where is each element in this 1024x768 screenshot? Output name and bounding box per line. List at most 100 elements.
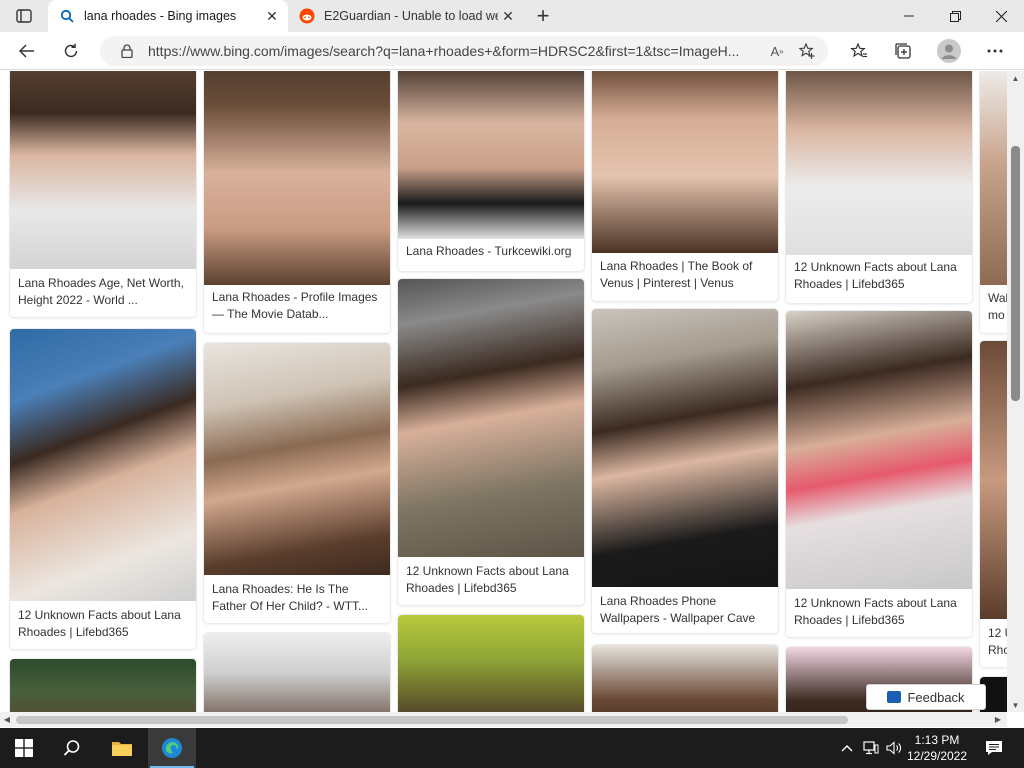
horizontal-scrollbar[interactable]: ◀ ▶ [0, 712, 1007, 727]
start-button[interactable] [0, 728, 48, 768]
search-icon [63, 740, 80, 756]
favorites-button[interactable] [844, 36, 874, 66]
image-result-card[interactable]: 12 U Rho [980, 341, 1007, 667]
result-thumbnail[interactable] [204, 71, 390, 285]
back-button[interactable] [12, 36, 42, 66]
horizontal-scrollbar-thumb[interactable] [16, 716, 848, 724]
scroll-right-arrow-icon[interactable]: ▶ [991, 712, 1005, 727]
refresh-button[interactable] [56, 36, 86, 66]
tab-actions-button[interactable] [8, 4, 40, 28]
tab-strip: lana rhoades - Bing images ✕ E2Guardian … [0, 0, 1024, 32]
collections-button[interactable] [888, 36, 918, 66]
collections-icon [895, 43, 911, 59]
search-icon [58, 7, 76, 25]
file-explorer-button[interactable] [98, 728, 146, 768]
image-result-card[interactable]: 12 Unknown Facts about Lana Rhoades | Li… [398, 279, 584, 605]
image-result-card[interactable]: Lana Rhoades | The Book of Venus | Pinte… [592, 71, 778, 301]
result-thumbnail[interactable] [204, 343, 390, 575]
tab-actions-icon [16, 9, 32, 23]
image-result-card[interactable] [592, 645, 778, 712]
feedback-button[interactable]: Feedback [866, 684, 986, 710]
scroll-up-arrow-icon[interactable]: ▲ [1007, 71, 1024, 85]
image-result-card[interactable]: Wal mo [980, 71, 1007, 333]
vertical-scrollbar[interactable]: ▲ ▼ [1007, 71, 1024, 712]
back-arrow-icon [19, 44, 34, 58]
close-tab-icon[interactable]: ✕ [262, 6, 282, 26]
vertical-scrollbar-thumb[interactable] [1011, 146, 1020, 401]
edge-taskbar-button[interactable] [148, 728, 196, 768]
result-caption[interactable]: Lana Rhoades Phone Wallpapers - Wallpape… [600, 593, 770, 627]
result-thumbnail[interactable] [204, 633, 390, 712]
result-caption[interactable]: 12 U Rho [988, 625, 1007, 659]
close-tab-icon[interactable]: ✕ [498, 6, 518, 26]
notification-icon [986, 741, 1002, 755]
result-caption[interactable]: 12 Unknown Facts about Lana Rhoades | Li… [794, 595, 964, 629]
image-result-card[interactable]: Lana Rhoades Age, Net Worth, Height 2022… [10, 71, 196, 317]
result-caption[interactable]: Lana Rhoades: He Is The Father Of Her Ch… [212, 581, 382, 615]
result-caption[interactable]: 12 Unknown Facts about Lana Rhoades | Li… [794, 259, 964, 293]
profile-button[interactable] [934, 36, 964, 66]
result-thumbnail[interactable] [980, 71, 1007, 285]
image-result-card[interactable]: Lana Rhoades - Turkcewiki.org [398, 71, 584, 271]
network-icon [863, 741, 879, 755]
result-thumbnail[interactable] [398, 71, 584, 239]
more-dots-icon [987, 49, 1003, 53]
tab-title: E2Guardian - Unable to load web [324, 9, 498, 23]
result-caption[interactable]: Lana Rhoades - Profile Images — The Movi… [212, 289, 382, 323]
url-text[interactable]: https://www.bing.com/images/search?q=lan… [148, 43, 762, 59]
result-thumbnail[interactable] [398, 615, 584, 712]
result-caption[interactable]: Lana Rhoades - Turkcewiki.org [406, 243, 576, 260]
result-thumbnail[interactable] [10, 71, 196, 269]
edge-browser-icon [162, 738, 182, 758]
new-tab-button[interactable]: + [532, 5, 554, 27]
lock-icon[interactable] [118, 44, 136, 58]
tab-e2guardian[interactable]: E2Guardian - Unable to load web ✕ [288, 0, 524, 32]
result-thumbnail[interactable] [10, 659, 196, 712]
notifications-button[interactable] [980, 728, 1008, 768]
close-window-button[interactable] [978, 0, 1024, 32]
result-caption[interactable]: 12 Unknown Facts about Lana Rhoades | Li… [18, 607, 188, 641]
tab-title: lana rhoades - Bing images [84, 9, 237, 23]
restore-button[interactable] [932, 0, 978, 32]
image-result-card[interactable]: 12 Unknown Facts about Lana Rhoades | Li… [786, 71, 972, 303]
feedback-icon [887, 691, 902, 703]
navigation-bar: https://www.bing.com/images/search?q=lan… [0, 32, 1024, 70]
search-taskbar-button[interactable] [48, 728, 96, 768]
image-result-card[interactable]: Lana Rhoades - Profile Images — The Movi… [204, 71, 390, 333]
result-thumbnail[interactable] [786, 71, 972, 255]
image-result-card[interactable] [204, 633, 390, 712]
image-result-card[interactable]: 12 Unknown Facts about Lana Rhoades | Li… [786, 311, 972, 637]
result-caption[interactable]: 12 Unknown Facts about Lana Rhoades | Li… [406, 563, 576, 597]
read-aloud-icon[interactable]: A» [762, 44, 792, 59]
image-result-card[interactable] [10, 659, 196, 712]
add-favorite-icon[interactable] [792, 43, 822, 59]
tab-bing-images[interactable]: lana rhoades - Bing images ✕ [48, 0, 288, 32]
chevron-up-icon [841, 745, 853, 752]
image-results-grid: Lana Rhoades Age, Net Worth, Height 2022… [0, 71, 1007, 712]
result-thumbnail[interactable] [10, 329, 196, 601]
image-result-card[interactable]: Lana Rhoades: He Is The Father Of Her Ch… [204, 343, 390, 623]
result-caption[interactable]: Lana Rhoades Age, Net Worth, Height 2022… [18, 275, 188, 309]
settings-more-button[interactable] [980, 36, 1010, 66]
result-thumbnail[interactable] [980, 341, 1007, 619]
scroll-down-arrow-icon[interactable]: ▼ [1007, 698, 1024, 712]
image-result-card[interactable] [398, 615, 584, 712]
network-button[interactable] [860, 728, 882, 768]
show-hidden-icons-button[interactable] [838, 728, 856, 768]
feedback-label: Feedback [907, 689, 965, 705]
result-thumbnail[interactable] [592, 309, 778, 587]
result-caption[interactable]: Lana Rhoades | The Book of Venus | Pinte… [600, 258, 770, 292]
image-result-card[interactable]: Lana Rhoades Phone Wallpapers - Wallpape… [592, 309, 778, 633]
windows-logo-icon [15, 739, 33, 757]
scroll-left-arrow-icon[interactable]: ◀ [0, 712, 14, 727]
result-thumbnail[interactable] [398, 279, 584, 557]
clock-time: 1:13 PM [914, 733, 960, 747]
address-bar[interactable]: https://www.bing.com/images/search?q=lan… [100, 36, 828, 66]
result-caption[interactable]: Wal mo [988, 290, 1007, 324]
image-result-card[interactable]: 12 Unknown Facts about Lana Rhoades | Li… [10, 329, 196, 649]
system-clock[interactable]: 1:13 PM 12/29/2022 [898, 732, 976, 764]
result-thumbnail[interactable] [592, 645, 778, 712]
result-thumbnail[interactable] [592, 71, 778, 253]
minimize-button[interactable] [886, 0, 932, 32]
result-thumbnail[interactable] [786, 311, 972, 589]
